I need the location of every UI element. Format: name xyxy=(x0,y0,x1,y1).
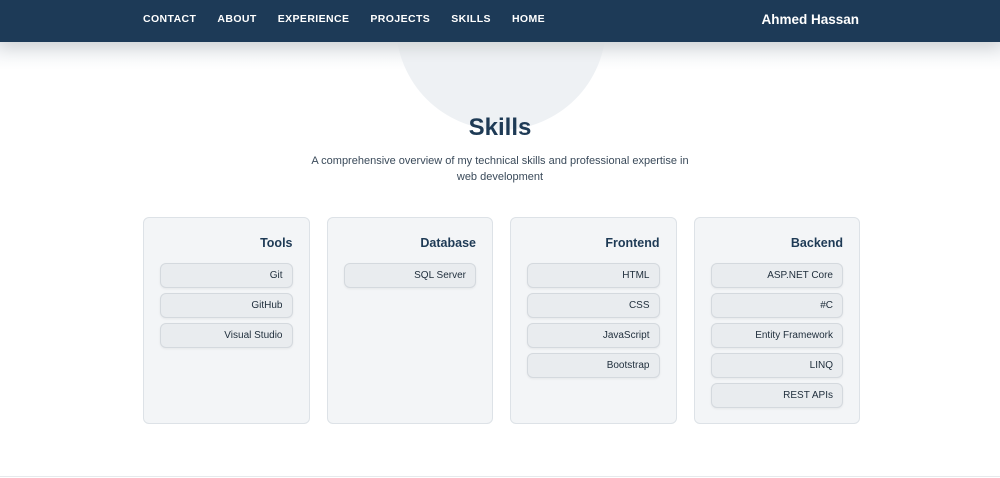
skill-card-backend: Backend ASP.NET Core #C Entity Framework… xyxy=(693,217,860,424)
nav-links: CONTACT ABOUT EXPERIENCE PROJECTS SKILLS… xyxy=(143,0,566,38)
skill-pill: HTML xyxy=(527,263,660,288)
section-title: Skills xyxy=(468,114,532,141)
section-subtitle: A comprehensive overview of my technical… xyxy=(311,155,689,183)
header-shadow xyxy=(0,42,1000,70)
skill-pill: GitHub xyxy=(160,293,293,318)
nav-link-skills[interactable]: SKILLS xyxy=(451,13,491,25)
skills-cards: Tools Git GitHub Visual Studio Database … xyxy=(143,217,860,424)
card-title: Database xyxy=(420,236,476,250)
skill-pill: Entity Framework xyxy=(710,323,843,348)
skill-card-database: Database SQL Server xyxy=(326,217,493,424)
skill-card-frontend: Frontend HTML CSS JavaScript Bootstrap xyxy=(510,217,677,424)
card-title: Tools xyxy=(260,236,293,250)
skill-pill: CSS xyxy=(527,293,660,318)
skill-pill: LINQ xyxy=(710,353,843,378)
nav-link-projects[interactable]: PROJECTS xyxy=(370,13,430,25)
skill-pill: JavaScript xyxy=(527,323,660,348)
section-divider xyxy=(0,476,1000,477)
card-title: Backend xyxy=(790,236,843,250)
navbar: CONTACT ABOUT EXPERIENCE PROJECTS SKILLS… xyxy=(0,0,1000,42)
skill-pill: REST APIs xyxy=(710,383,843,408)
nav-link-experience[interactable]: EXPERIENCE xyxy=(278,13,350,25)
skill-pill: ASP.NET Core xyxy=(710,263,843,288)
nav-link-contact[interactable]: CONTACT xyxy=(143,13,196,25)
skill-pill: Git xyxy=(160,263,293,288)
card-title: Frontend xyxy=(605,236,660,250)
nav-link-about[interactable]: ABOUT xyxy=(217,13,256,25)
skill-pill: SQL Server xyxy=(343,263,476,288)
nav-link-home[interactable]: HOME xyxy=(512,13,545,25)
skill-pill: #C xyxy=(710,293,843,318)
skill-pill: Visual Studio xyxy=(160,323,293,348)
skill-card-tools: Tools Git GitHub Visual Studio xyxy=(143,217,310,424)
skill-pill: Bootstrap xyxy=(527,353,660,378)
brand-name[interactable]: Ahmed Hassan xyxy=(761,0,859,38)
